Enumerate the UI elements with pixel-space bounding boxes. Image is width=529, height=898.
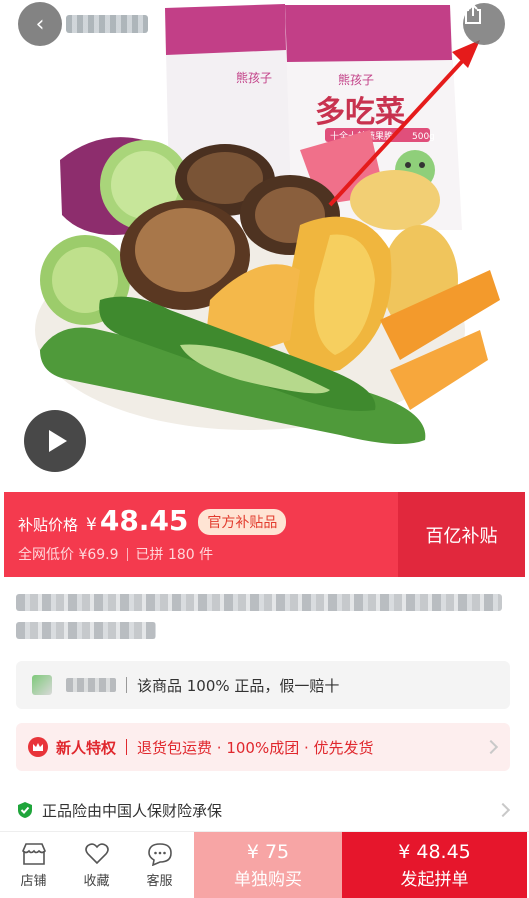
package-brand: 熊孩子: [236, 70, 272, 85]
joined-count: 已拼 180 件: [135, 547, 214, 563]
crown-icon: [28, 737, 48, 757]
play-icon: [49, 430, 67, 452]
currency-symbol: ¥: [86, 515, 97, 535]
share-icon: [465, 3, 481, 24]
store-nav-label: 店铺: [20, 873, 47, 889]
shield-check-icon: [18, 802, 32, 818]
new-user-privilege-row[interactable]: 新人特权 退货包运费 · 100%成团 · 优先发货: [16, 723, 510, 771]
chevron-right-icon: [495, 802, 511, 818]
divider: [126, 739, 128, 755]
package-brand-2: 熊孩子: [338, 72, 374, 87]
play-video-button[interactable]: [24, 410, 86, 472]
insurance-row[interactable]: 正品险由中国人保财险承保: [16, 790, 516, 830]
product-image[interactable]: 熊孩子 熊孩子 多吃菜 十全十美蔬果脆 500g: [0, 0, 529, 492]
store-name-blurred: [66, 15, 148, 33]
price-section: 补贴价格 ¥ 48.45 官方补贴品 全网低价 ¥69.9 已拼 180 件: [4, 492, 398, 577]
new-user-label: 新人特权: [56, 738, 117, 757]
authentic-text: 该商品 100% 正品，假一赔十: [137, 676, 340, 695]
brand-name-blurred: [66, 678, 116, 692]
solo-label: 单独购买: [234, 869, 302, 890]
bottom-action-bar: 店铺 收藏 客服 ¥ 75 单独购买 ¥ 48.45 发起拼单: [0, 831, 529, 898]
favorite-nav-button[interactable]: 收藏: [65, 832, 128, 898]
package-title: 多吃菜: [315, 95, 405, 130]
divider: [126, 547, 128, 561]
price-label: 补贴价格: [18, 516, 79, 534]
group-price: ¥ 48.45: [398, 840, 471, 863]
authentic-guarantee-row[interactable]: 该商品 100% 正品，假一赔十: [16, 661, 510, 709]
new-user-benefits: 退货包运费 · 100%成团 · 优先发货: [137, 738, 374, 757]
chevron-left-icon: ‹: [35, 11, 45, 37]
package-weight: 500g: [412, 132, 435, 142]
solo-price: ¥ 75: [246, 840, 290, 863]
store-nav-button[interactable]: 店铺: [2, 832, 65, 898]
price-value: 48.45: [99, 504, 189, 537]
title-line-2: [16, 622, 156, 639]
service-nav-label: 客服: [146, 873, 173, 889]
share-button[interactable]: [463, 3, 505, 45]
store-icon: [21, 842, 46, 865]
title-line-1: [16, 594, 502, 611]
product-page: 熊孩子 熊孩子 多吃菜 十全十美蔬果脆 500g: [0, 0, 529, 898]
campaign-badge[interactable]: 百亿补贴: [398, 492, 525, 577]
insurance-text: 正品险由中国人保财险承保: [42, 801, 223, 820]
back-button[interactable]: ‹: [18, 2, 62, 46]
store-chip[interactable]: ‹: [18, 2, 148, 46]
favorite-nav-label: 收藏: [83, 873, 110, 889]
chevron-right-icon: [483, 739, 499, 755]
market-low-price: 全网低价 ¥69.9: [18, 547, 119, 563]
subsidy-price-banner: 补贴价格 ¥ 48.45 官方补贴品 全网低价 ¥69.9 已拼 180 件 百…: [4, 492, 525, 577]
chat-bubble-icon: [147, 842, 172, 866]
group-label: 发起拼单: [400, 869, 469, 890]
product-photo: 熊孩子 熊孩子 多吃菜 十全十美蔬果脆 500g: [35, 4, 500, 444]
start-group-buy-button[interactable]: ¥ 48.45 发起拼单: [342, 832, 527, 898]
divider: [126, 677, 127, 693]
product-title-blurred: [16, 594, 510, 650]
official-subsidy-tag: 官方补贴品: [198, 509, 287, 535]
service-nav-button[interactable]: 客服: [128, 832, 191, 898]
brand-logo: [32, 675, 52, 695]
heart-icon: [84, 842, 109, 864]
buy-alone-button[interactable]: ¥ 75 单独购买: [194, 832, 342, 898]
